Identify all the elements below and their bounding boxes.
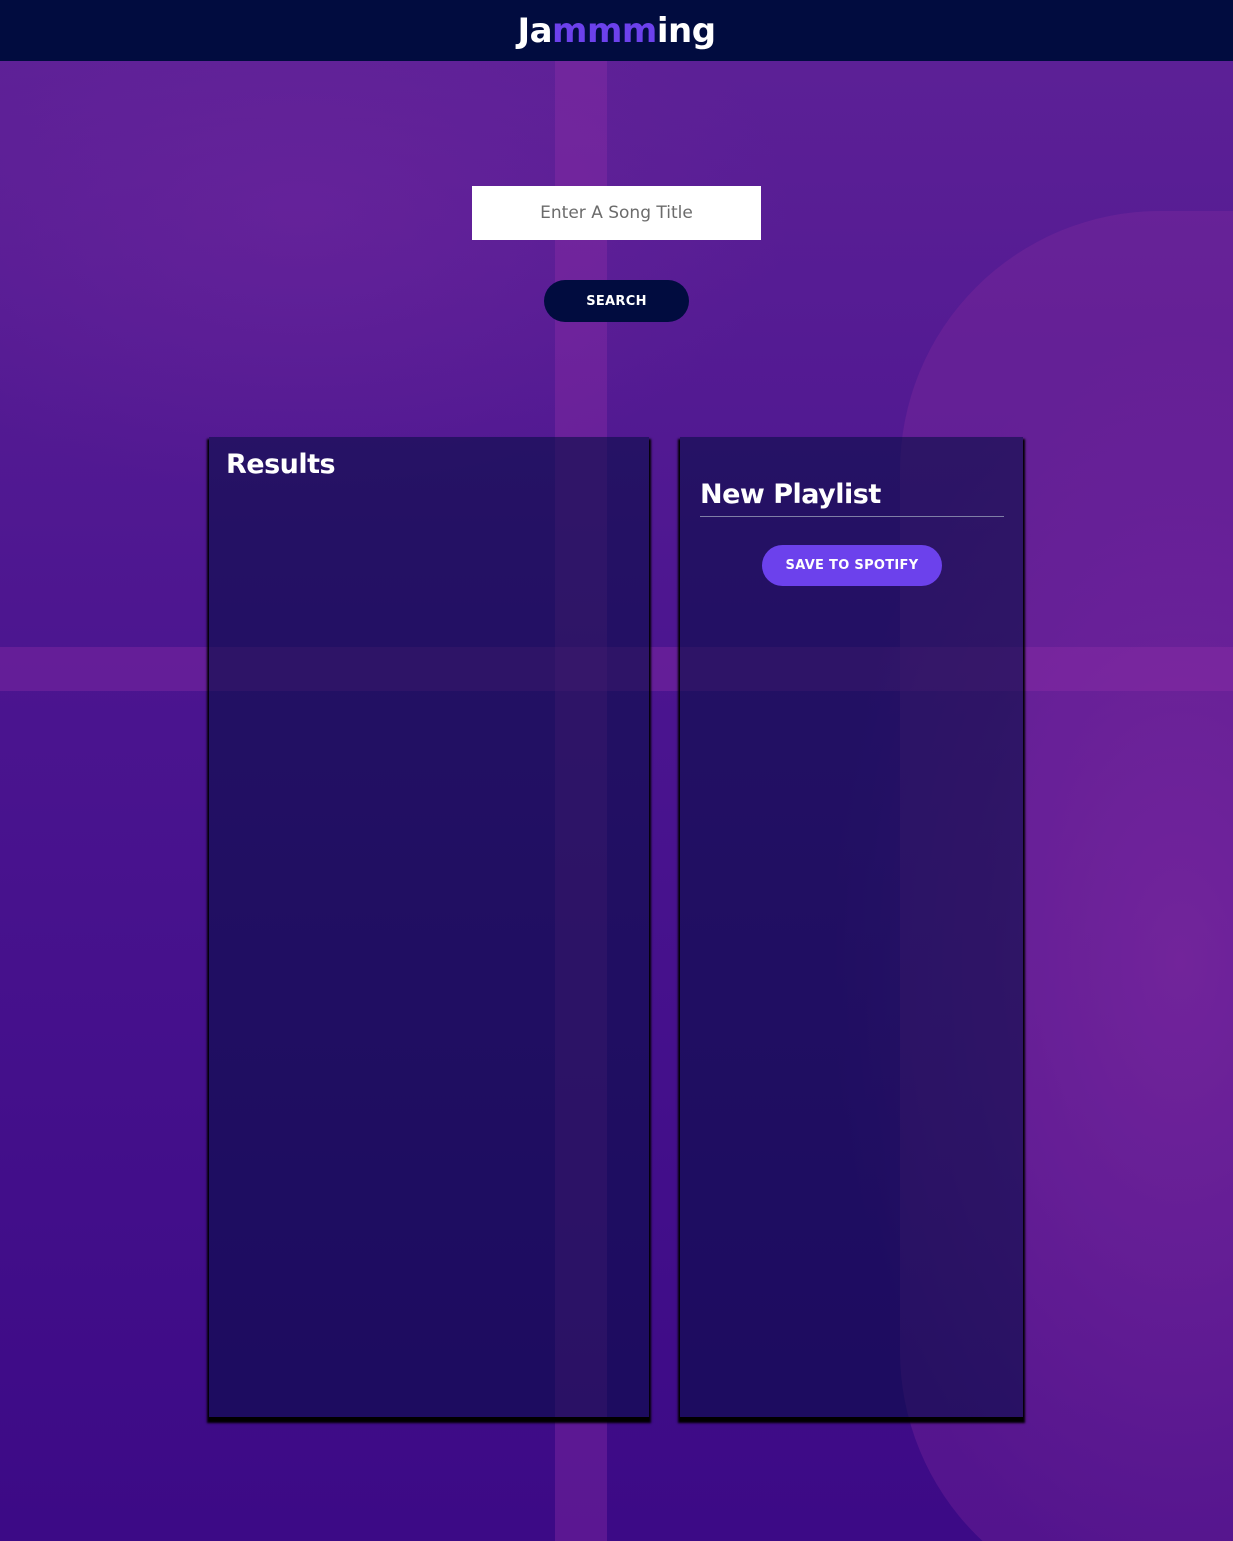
search-results-panel: Results [209, 437, 649, 1417]
results-title: Results [226, 449, 336, 480]
logo-accent: mmm [552, 10, 657, 51]
search-button[interactable]: SEARCH [544, 280, 689, 322]
app-logo: Jammming [517, 10, 716, 51]
logo-suffix: ing [656, 10, 716, 51]
playlist-name-input[interactable]: New Playlist [700, 479, 1004, 517]
song-search-input[interactable] [472, 186, 761, 240]
playlist-panel: New Playlist SAVE TO SPOTIFY [680, 437, 1023, 1417]
app-header: Jammming [0, 0, 1233, 61]
save-to-spotify-button[interactable]: SAVE TO SPOTIFY [762, 545, 942, 586]
logo-prefix: Ja [517, 10, 553, 51]
search-bar [472, 186, 761, 240]
